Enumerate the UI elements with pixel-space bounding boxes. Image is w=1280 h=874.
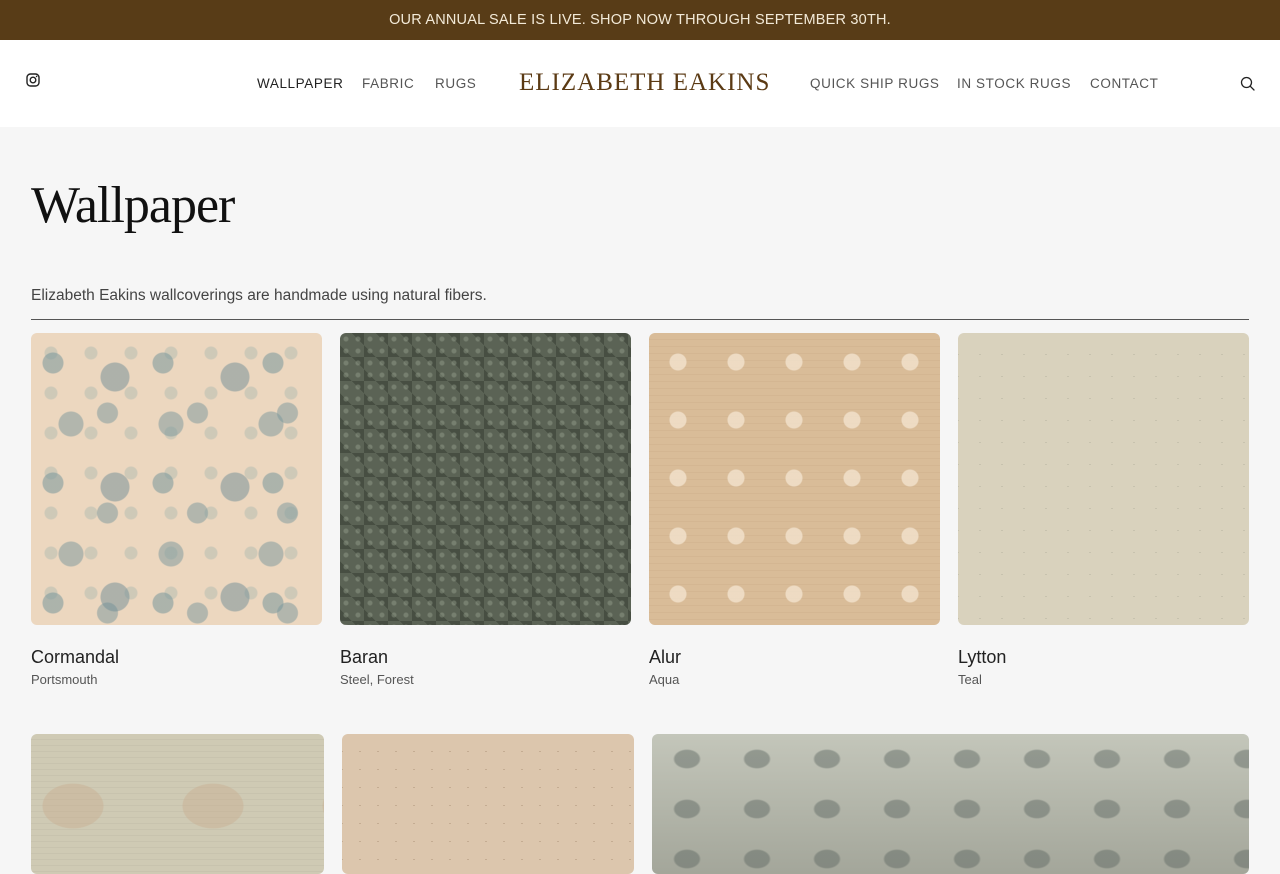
- nav-rugs[interactable]: RUGS: [435, 76, 476, 91]
- product-color: Portsmouth: [31, 672, 98, 687]
- instagram-icon[interactable]: [26, 73, 40, 87]
- page-title: Wallpaper: [31, 177, 235, 234]
- page-intro: Elizabeth Eakins wallcoverings are handm…: [31, 287, 487, 304]
- product-image-lytton[interactable]: [958, 333, 1249, 625]
- product-name[interactable]: Alur: [649, 647, 681, 668]
- nav-fabric[interactable]: FABRIC: [362, 76, 414, 91]
- product-color: Aqua: [649, 672, 680, 687]
- product-image-roll[interactable]: [652, 734, 1249, 874]
- product-image-alur[interactable]: [649, 333, 940, 625]
- product-name[interactable]: Cormandal: [31, 647, 119, 668]
- nav-wallpaper[interactable]: WALLPAPER: [257, 76, 343, 91]
- product-image[interactable]: [31, 734, 324, 874]
- nav-contact[interactable]: CONTACT: [1090, 76, 1158, 91]
- divider: [31, 319, 1249, 320]
- nav-in-stock-rugs[interactable]: IN STOCK RUGS: [957, 76, 1071, 91]
- product-color: Steel, Forest: [340, 672, 414, 687]
- product-color: Teal: [958, 672, 982, 687]
- announcement-text[interactable]: OUR ANNUAL SALE IS LIVE. SHOP NOW THROUG…: [389, 12, 891, 28]
- search-icon[interactable]: [1240, 76, 1255, 91]
- product-image-baran[interactable]: [340, 333, 631, 625]
- product-image[interactable]: [342, 734, 634, 874]
- brand-logo[interactable]: ELIZABETH EAKINS: [519, 69, 769, 97]
- site-header: WALLPAPER FABRIC RUGS ELIZABETH EAKINS Q…: [0, 40, 1280, 127]
- product-name[interactable]: Baran: [340, 647, 388, 668]
- product-name[interactable]: Lytton: [958, 647, 1006, 668]
- announcement-bar[interactable]: OUR ANNUAL SALE IS LIVE. SHOP NOW THROUG…: [0, 0, 1280, 40]
- nav-quick-ship-rugs[interactable]: QUICK SHIP RUGS: [810, 76, 940, 91]
- product-image-cormandal[interactable]: [31, 333, 322, 625]
